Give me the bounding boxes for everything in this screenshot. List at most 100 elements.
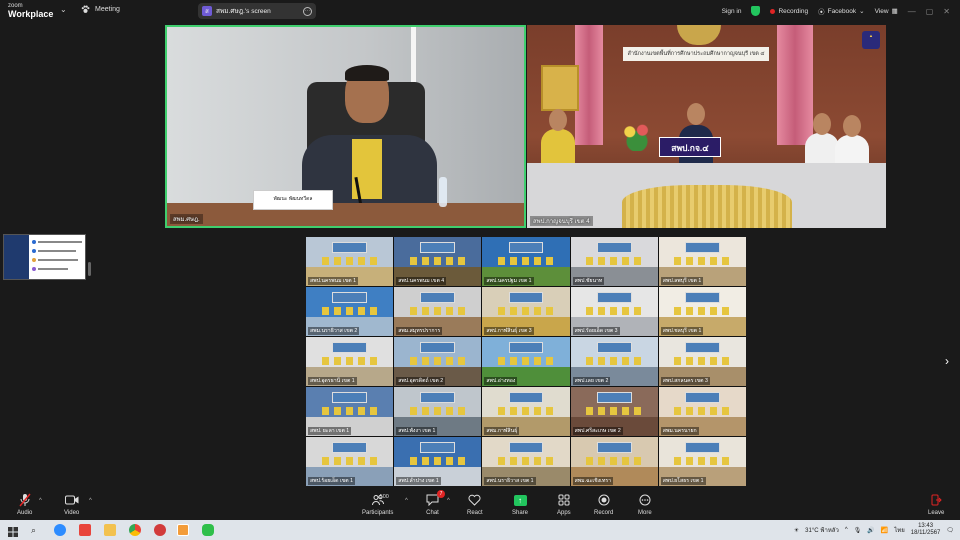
tile-room-screen <box>420 291 456 303</box>
facebook-live-menu[interactable]: ⦿ Facebook ⌄ <box>818 6 865 17</box>
react-button[interactable]: React <box>467 493 483 516</box>
volume-icon[interactable]: 🔊 <box>867 527 874 534</box>
app-icon-orange[interactable] <box>177 524 189 536</box>
gallery-video-tile[interactable]: สพม.นราธิวาส เขต 2 <box>306 287 394 336</box>
language-indicator[interactable]: ไทย <box>894 525 905 535</box>
signin-link[interactable]: Sign in <box>722 8 742 15</box>
recording-indicator[interactable]: Recording <box>770 8 808 15</box>
gallery-video-tile[interactable]: สพม.นครนายก <box>658 387 746 436</box>
wall-light <box>411 27 416 87</box>
notification-icon[interactable]: 🗨 <box>946 527 954 534</box>
minimize-icon[interactable]: — <box>908 7 916 16</box>
gallery-video-tile[interactable]: สพป.นครพนม เขต 1 <box>306 237 394 286</box>
tile-room-screen <box>508 291 544 303</box>
gallery-video-tile[interactable]: สพป.ชัยนาท <box>570 237 658 286</box>
zoom-logo[interactable]: zoom Workplace <box>8 3 53 19</box>
person-head <box>549 109 567 131</box>
apps-button[interactable]: Apps <box>557 493 571 516</box>
record-icon <box>598 493 610 507</box>
gallery-video-tile[interactable]: สพป.ลำปาง เขต 1 <box>394 437 482 486</box>
gallery-video-tile[interactable]: สพป.ศรีสะเกษ เขต 2 <box>570 387 658 436</box>
gallery-video-tile[interactable]: สพป.นราธิวาส เขต 1 <box>482 437 570 486</box>
participant-name-label: สพม.กาฬสินธุ์ <box>484 427 520 435</box>
chevron-up-icon[interactable]: ^ <box>447 498 450 504</box>
video-tile-active-speaker[interactable]: พัฒนะ พัฒนทวีดล สพม.ศษฎ. <box>165 25 526 228</box>
tile-room-screen <box>596 441 632 453</box>
shared-screen-thumbnail[interactable] <box>3 234 86 280</box>
gallery-video-tile[interactable]: สพป.เลย เขต 2 <box>570 337 658 386</box>
participant-name-label: สพม.สมุทรปราการ <box>396 327 443 335</box>
participant-name-label: สพป.ลพบุรี เขต 1 <box>660 277 704 285</box>
logo-text-large: Workplace <box>8 9 54 19</box>
tile-room-screen <box>596 291 632 303</box>
gallery-video-tile[interactable]: สพม.กาฬสินธุ์ <box>482 387 570 436</box>
gallery-video-tile[interactable]: สพป.ลพบุรี เขต 1 <box>658 237 746 286</box>
share-screen-pill[interactable]: ส สพม.ศษฎ.'s screen ··· <box>198 3 316 19</box>
zoom-app-icon[interactable] <box>54 524 66 536</box>
camera-icon <box>64 493 79 507</box>
share-button[interactable]: ↑ Share <box>512 493 528 516</box>
app-icon-red[interactable] <box>154 524 166 536</box>
gallery-video-tile[interactable]: สพป.อ่างทอง <box>482 337 570 386</box>
thumbnail-scrollbar[interactable] <box>88 262 91 276</box>
tile-attendees <box>586 456 643 466</box>
gallery-video-tile[interactable]: สพม.ฉะเชิงเทรา <box>570 437 658 486</box>
more-options-icon[interactable]: ··· <box>303 6 312 16</box>
gallery-video-tile[interactable]: สพป.ยโสธร เขต 1 <box>658 437 746 486</box>
gallery-video-tile[interactable]: สพป.อุตรดิตถ์ เขต 2 <box>394 337 482 386</box>
gallery-video-tile[interactable]: สพป.ร้อยเอ็ด เขต 1 <box>306 437 394 486</box>
video-tile-room[interactable]: สำนักงานเขตพื้นที่การศึกษาประถมศึกษากาญจ… <box>527 25 886 228</box>
gallery-video-tile[interactable]: สพป.นครพนม เขต 4 <box>394 237 482 286</box>
gallery-video-tile[interactable]: สพป.นครปฐม เขต 1 <box>482 237 570 286</box>
channel-badge-icon: ▲ <box>862 31 880 49</box>
wifi-icon[interactable]: 📶 <box>881 527 888 534</box>
gallery-video-tile[interactable]: สพป.กาฬสินธุ์ เขต 3 <box>482 287 570 336</box>
chevron-down-icon[interactable]: ⌄ <box>60 5 67 14</box>
shield-icon[interactable] <box>751 6 761 16</box>
audio-button[interactable]: Audio <box>17 493 32 516</box>
speaker-hair <box>345 65 389 81</box>
tile-room-screen <box>684 441 720 453</box>
gallery-video-tile[interactable]: สพม.สมุทรปราการ <box>394 287 482 336</box>
participants-button[interactable]: 500 Participants <box>362 493 393 516</box>
participant-name-label: สพป.สกลนคร เขต 3 <box>660 377 710 385</box>
maximize-icon[interactable]: ▢ <box>926 7 934 16</box>
folder-icon[interactable] <box>104 524 116 536</box>
weather-text[interactable]: 31°C ฟ้าหลัว <box>805 525 839 535</box>
chevron-up-icon[interactable]: ^ <box>39 498 42 504</box>
chat-button[interactable]: 7 Chat <box>426 490 445 516</box>
facebook-label: Facebook <box>827 7 857 15</box>
next-page-icon[interactable]: › <box>945 354 949 368</box>
clock[interactable]: 13:43 18/11/2567 <box>911 523 941 537</box>
gallery-video-tile[interactable]: สพป.พังงา เขต 1 <box>394 387 482 436</box>
windows-start-icon[interactable] <box>8 524 20 537</box>
close-icon[interactable]: ✕ <box>943 7 950 16</box>
participants-count: 500 <box>379 494 389 500</box>
chrome-icon[interactable] <box>129 524 141 536</box>
gallery-video-tile[interactable]: สพป.ร้อยเอ็ด เขต 3 <box>570 287 658 336</box>
view-menu[interactable]: View ▦ <box>875 7 898 16</box>
gallery-video-tile[interactable]: สพป.ชลบุรี เขต 1 <box>658 287 746 336</box>
tile-room-screen <box>332 241 368 253</box>
tile-attendees <box>674 256 731 266</box>
tile-attendees <box>498 406 554 416</box>
video-button[interactable]: Video <box>64 493 79 516</box>
chevron-up-icon[interactable]: ^ <box>845 527 848 533</box>
gallery-video-tile[interactable]: สพป.สกลนคร เขต 3 <box>658 337 746 386</box>
microphone-icon[interactable]: 🎙 <box>854 527 862 534</box>
chevron-up-icon[interactable]: ^ <box>89 498 92 504</box>
search-icon[interactable]: ⌕ <box>31 524 43 536</box>
tile-attendees <box>321 256 378 266</box>
record-button[interactable]: Record <box>594 493 613 516</box>
chevron-up-icon[interactable]: ^ <box>405 498 408 504</box>
meeting-menu[interactable]: Meeting <box>81 5 120 14</box>
app-icon-s[interactable] <box>79 524 91 536</box>
more-button[interactable]: More <box>638 493 652 516</box>
participant-name-label: สพป.ลำปาง เขต 1 <box>396 477 441 485</box>
gallery-video-tile[interactable]: สพป.อุดรธานี เขต 1 <box>306 337 394 386</box>
leave-button[interactable]: Leave <box>928 493 944 516</box>
curtain-right <box>777 25 813 145</box>
line-app-icon[interactable] <box>202 524 214 536</box>
participant-name-label: สพป.นครพนม เขต 4 <box>396 277 447 285</box>
gallery-video-tile[interactable]: สพป. ยะลา เขต 1 <box>306 387 394 436</box>
